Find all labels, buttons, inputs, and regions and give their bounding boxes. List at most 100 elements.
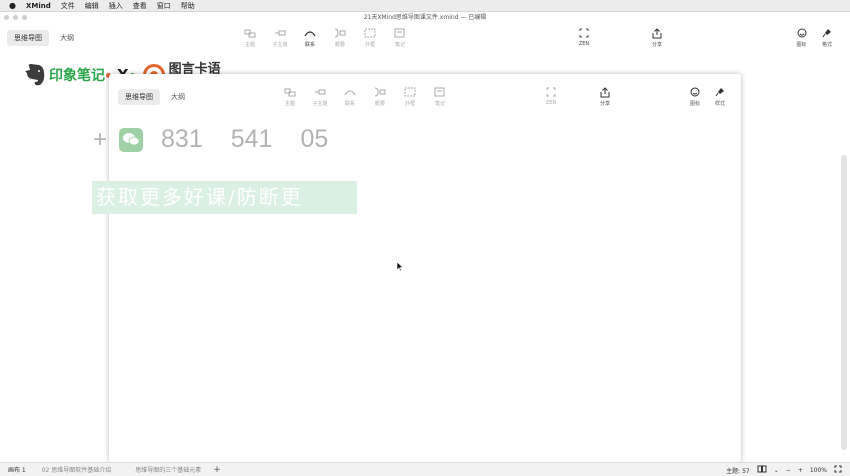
- nested-icon-panel-button[interactable]: 图标: [681, 86, 709, 107]
- zoom-in-button[interactable]: +: [798, 467, 803, 474]
- zoom-level[interactable]: 100%: [810, 467, 827, 474]
- add-sheet-button[interactable]: +: [213, 465, 221, 475]
- zen-group: ZEN: [569, 27, 599, 47]
- summary-label: 概要: [334, 42, 345, 48]
- brush-icon: [715, 88, 724, 97]
- fullscreen-icon: [546, 87, 556, 97]
- tab-outline[interactable]: 大纲: [53, 30, 81, 46]
- evernote-elephant-icon: [25, 64, 45, 86]
- nested-summary-button[interactable]: 概要: [365, 86, 395, 107]
- share-button[interactable]: 分享: [642, 27, 672, 48]
- nested-tab-outline[interactable]: 大纲: [164, 89, 192, 105]
- nested-style-panel-button[interactable]: 样式: [709, 86, 731, 107]
- notes-button[interactable]: 笔记: [385, 27, 415, 48]
- fullscreen-icon: [579, 28, 589, 38]
- notes-icon: [394, 28, 405, 38]
- summary-icon: [374, 87, 386, 97]
- watermark-number-3: 05: [300, 125, 329, 153]
- topic-button[interactable]: 主题: [235, 27, 265, 48]
- zoom-out-button[interactable]: −: [786, 467, 791, 474]
- summary-icon: [334, 28, 346, 38]
- watermark-number-1: 831: [161, 125, 203, 153]
- zen-button[interactable]: ZEN: [569, 27, 599, 47]
- boundary-icon: [364, 28, 376, 38]
- watermark-contact: + 831 541 05: [93, 125, 356, 154]
- menu-file[interactable]: 文件: [61, 1, 75, 11]
- nested-view-tabs: 思维导图 大纲: [118, 89, 192, 105]
- boundary-label: 外框: [364, 42, 375, 48]
- icon-panel-label: 图标: [796, 42, 807, 48]
- relationship-icon: [304, 31, 316, 37]
- relationship-icon: [344, 90, 356, 96]
- relationship-button[interactable]: 联系: [295, 27, 325, 48]
- topic-count: 主题: 57: [726, 467, 750, 475]
- apple-menu-icon[interactable]: ●: [9, 1, 16, 10]
- nested-icon-panel-label: 图标: [689, 101, 700, 107]
- nested-relationship-label: 联系: [344, 101, 355, 107]
- view-tabs: 思维导图 大纲: [7, 30, 81, 46]
- wechat-icon: [119, 127, 144, 152]
- share-icon: [652, 27, 662, 38]
- nested-zen-group: ZEN: [536, 86, 566, 106]
- smiley-icon: [797, 28, 806, 38]
- nested-relationship-button[interactable]: 联系: [335, 86, 365, 107]
- watermark-banner: 获取更多好课/防断更: [92, 181, 357, 214]
- chevron-down-icon[interactable]: ⌄: [774, 467, 779, 474]
- subtopic-icon: [275, 30, 286, 36]
- topic-label: 主题: [244, 42, 255, 48]
- nested-boundary-button[interactable]: 外框: [395, 86, 425, 107]
- format-panel-button[interactable]: 格式: [816, 27, 838, 48]
- share-group: 分享: [642, 27, 672, 48]
- sheet-tab-2[interactable]: 02 思维导图软件基础介绍: [34, 465, 120, 474]
- icon-panel-button[interactable]: 图标: [787, 27, 816, 48]
- canvas-scrollbar[interactable]: [841, 155, 847, 450]
- book-icon[interactable]: [757, 465, 767, 475]
- nested-style-panel-label: 样式: [714, 101, 725, 107]
- boundary-button[interactable]: 外框: [355, 27, 385, 48]
- nested-share-group: 分享: [590, 86, 620, 107]
- watermark-number-2: 541: [230, 125, 273, 153]
- tab-mindmap[interactable]: 思维导图: [7, 30, 49, 46]
- nested-zen-label: ZEN: [545, 100, 557, 106]
- notes-icon: [434, 87, 445, 97]
- nested-boundary-label: 外框: [404, 101, 415, 107]
- nested-share-button[interactable]: 分享: [590, 86, 620, 107]
- boundary-icon: [404, 87, 416, 97]
- watermark-plus: +: [93, 125, 108, 153]
- topic-icon: [244, 29, 256, 38]
- window-title: 21天XMind思维导图课文件.xmind — 已编辑: [363, 14, 487, 21]
- nested-subtopic-label: 子主题: [312, 101, 328, 107]
- share-label: 分享: [651, 42, 662, 48]
- nested-toolbar: 主题 子主题 联系 概要 外框 笔记: [275, 86, 455, 107]
- expand-icon[interactable]: [834, 465, 842, 475]
- subtopic-button[interactable]: 子主题: [265, 27, 295, 48]
- nested-share-label: 分享: [599, 101, 610, 107]
- menu-edit[interactable]: 编辑: [85, 1, 99, 11]
- nested-zen-button[interactable]: ZEN: [536, 86, 566, 106]
- menu-insert[interactable]: 插入: [109, 1, 123, 11]
- nested-summary-label: 概要: [374, 101, 385, 107]
- sheet-tab-1[interactable]: 画布 1: [0, 465, 34, 474]
- subtopic-label: 子主题: [272, 42, 288, 48]
- sheet-tab-3[interactable]: 思维导图的三个基础元素: [127, 465, 209, 474]
- share-icon: [600, 86, 610, 97]
- subtopic-icon: [315, 89, 326, 95]
- menu-bar: ● XMind 文件 编辑 插入 查看 窗口 帮助: [0, 0, 850, 12]
- smiley-icon: [690, 87, 700, 97]
- format-panel-group: 图标 格式: [787, 27, 838, 48]
- nested-subtopic-button[interactable]: 子主题: [305, 86, 335, 107]
- mouse-pointer-icon: [396, 261, 404, 272]
- nested-notes-button[interactable]: 笔记: [425, 86, 455, 107]
- summary-button[interactable]: 概要: [325, 27, 355, 48]
- zen-label: ZEN: [578, 41, 590, 47]
- nested-topic-button[interactable]: 主题: [275, 86, 305, 107]
- nested-notes-label: 笔记: [434, 101, 445, 107]
- nested-tab-mindmap[interactable]: 思维导图: [118, 89, 160, 105]
- menu-view[interactable]: 查看: [133, 1, 147, 11]
- menu-app-name[interactable]: XMind: [26, 2, 51, 10]
- relationship-label: 联系: [304, 42, 315, 48]
- topic-icon: [284, 88, 296, 97]
- menu-window[interactable]: 窗口: [157, 1, 171, 11]
- evernote-logo-text: 印象笔记: [49, 68, 105, 84]
- menu-help[interactable]: 帮助: [181, 1, 195, 11]
